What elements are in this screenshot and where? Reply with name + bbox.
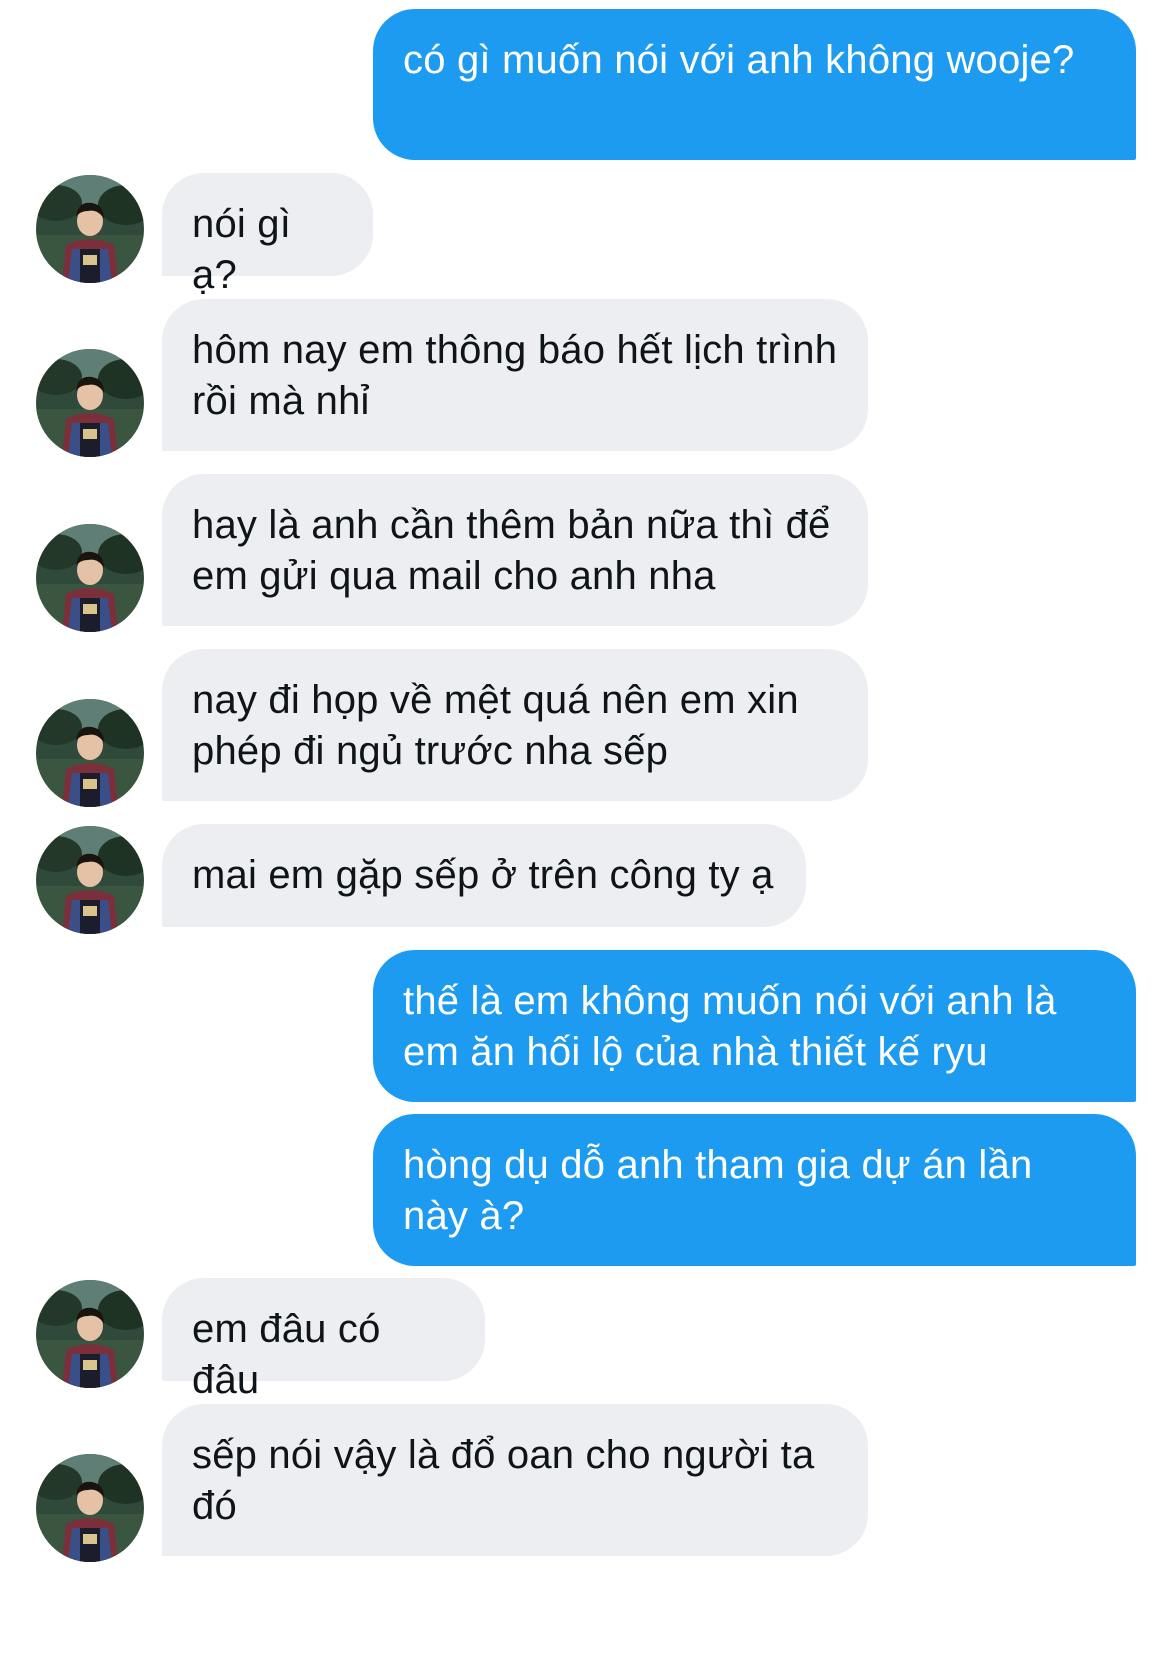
received-message-bubble[interactable]: sếp nói vậy là đổ oan cho người ta đó [162,1404,868,1556]
contact-avatar-icon[interactable] [36,524,144,632]
contact-avatar-icon[interactable] [36,175,144,283]
received-message-bubble[interactable]: nói gì ạ? [162,173,373,297]
received-message-bubble[interactable]: em đâu có đâu [162,1278,485,1402]
contact-avatar-icon[interactable] [36,1454,144,1562]
received-message-bubble[interactable]: mai em gặp sếp ở trên công ty ạ [162,824,806,927]
sent-message-bubble[interactable]: có gì muốn nói với anh không wooje? [373,9,1136,160]
received-message-bubble[interactable]: hôm nay em thông báo hết lịch trình rồi … [162,299,868,451]
contact-avatar-icon[interactable] [36,1280,144,1388]
received-message-bubble[interactable]: hay là anh cần thêm bản nữa thì để em gử… [162,474,868,626]
contact-avatar-icon[interactable] [36,826,144,934]
contact-avatar-icon[interactable] [36,349,144,457]
sent-message-bubble[interactable]: thế là em không muốn nói với anh là em ă… [373,950,1136,1102]
contact-avatar-icon[interactable] [36,699,144,807]
received-message-bubble[interactable]: nay đi họp về mệt quá nên em xin phép đi… [162,649,868,801]
sent-message-bubble[interactable]: hòng dụ dỗ anh tham gia dự án lần này à? [373,1114,1136,1266]
